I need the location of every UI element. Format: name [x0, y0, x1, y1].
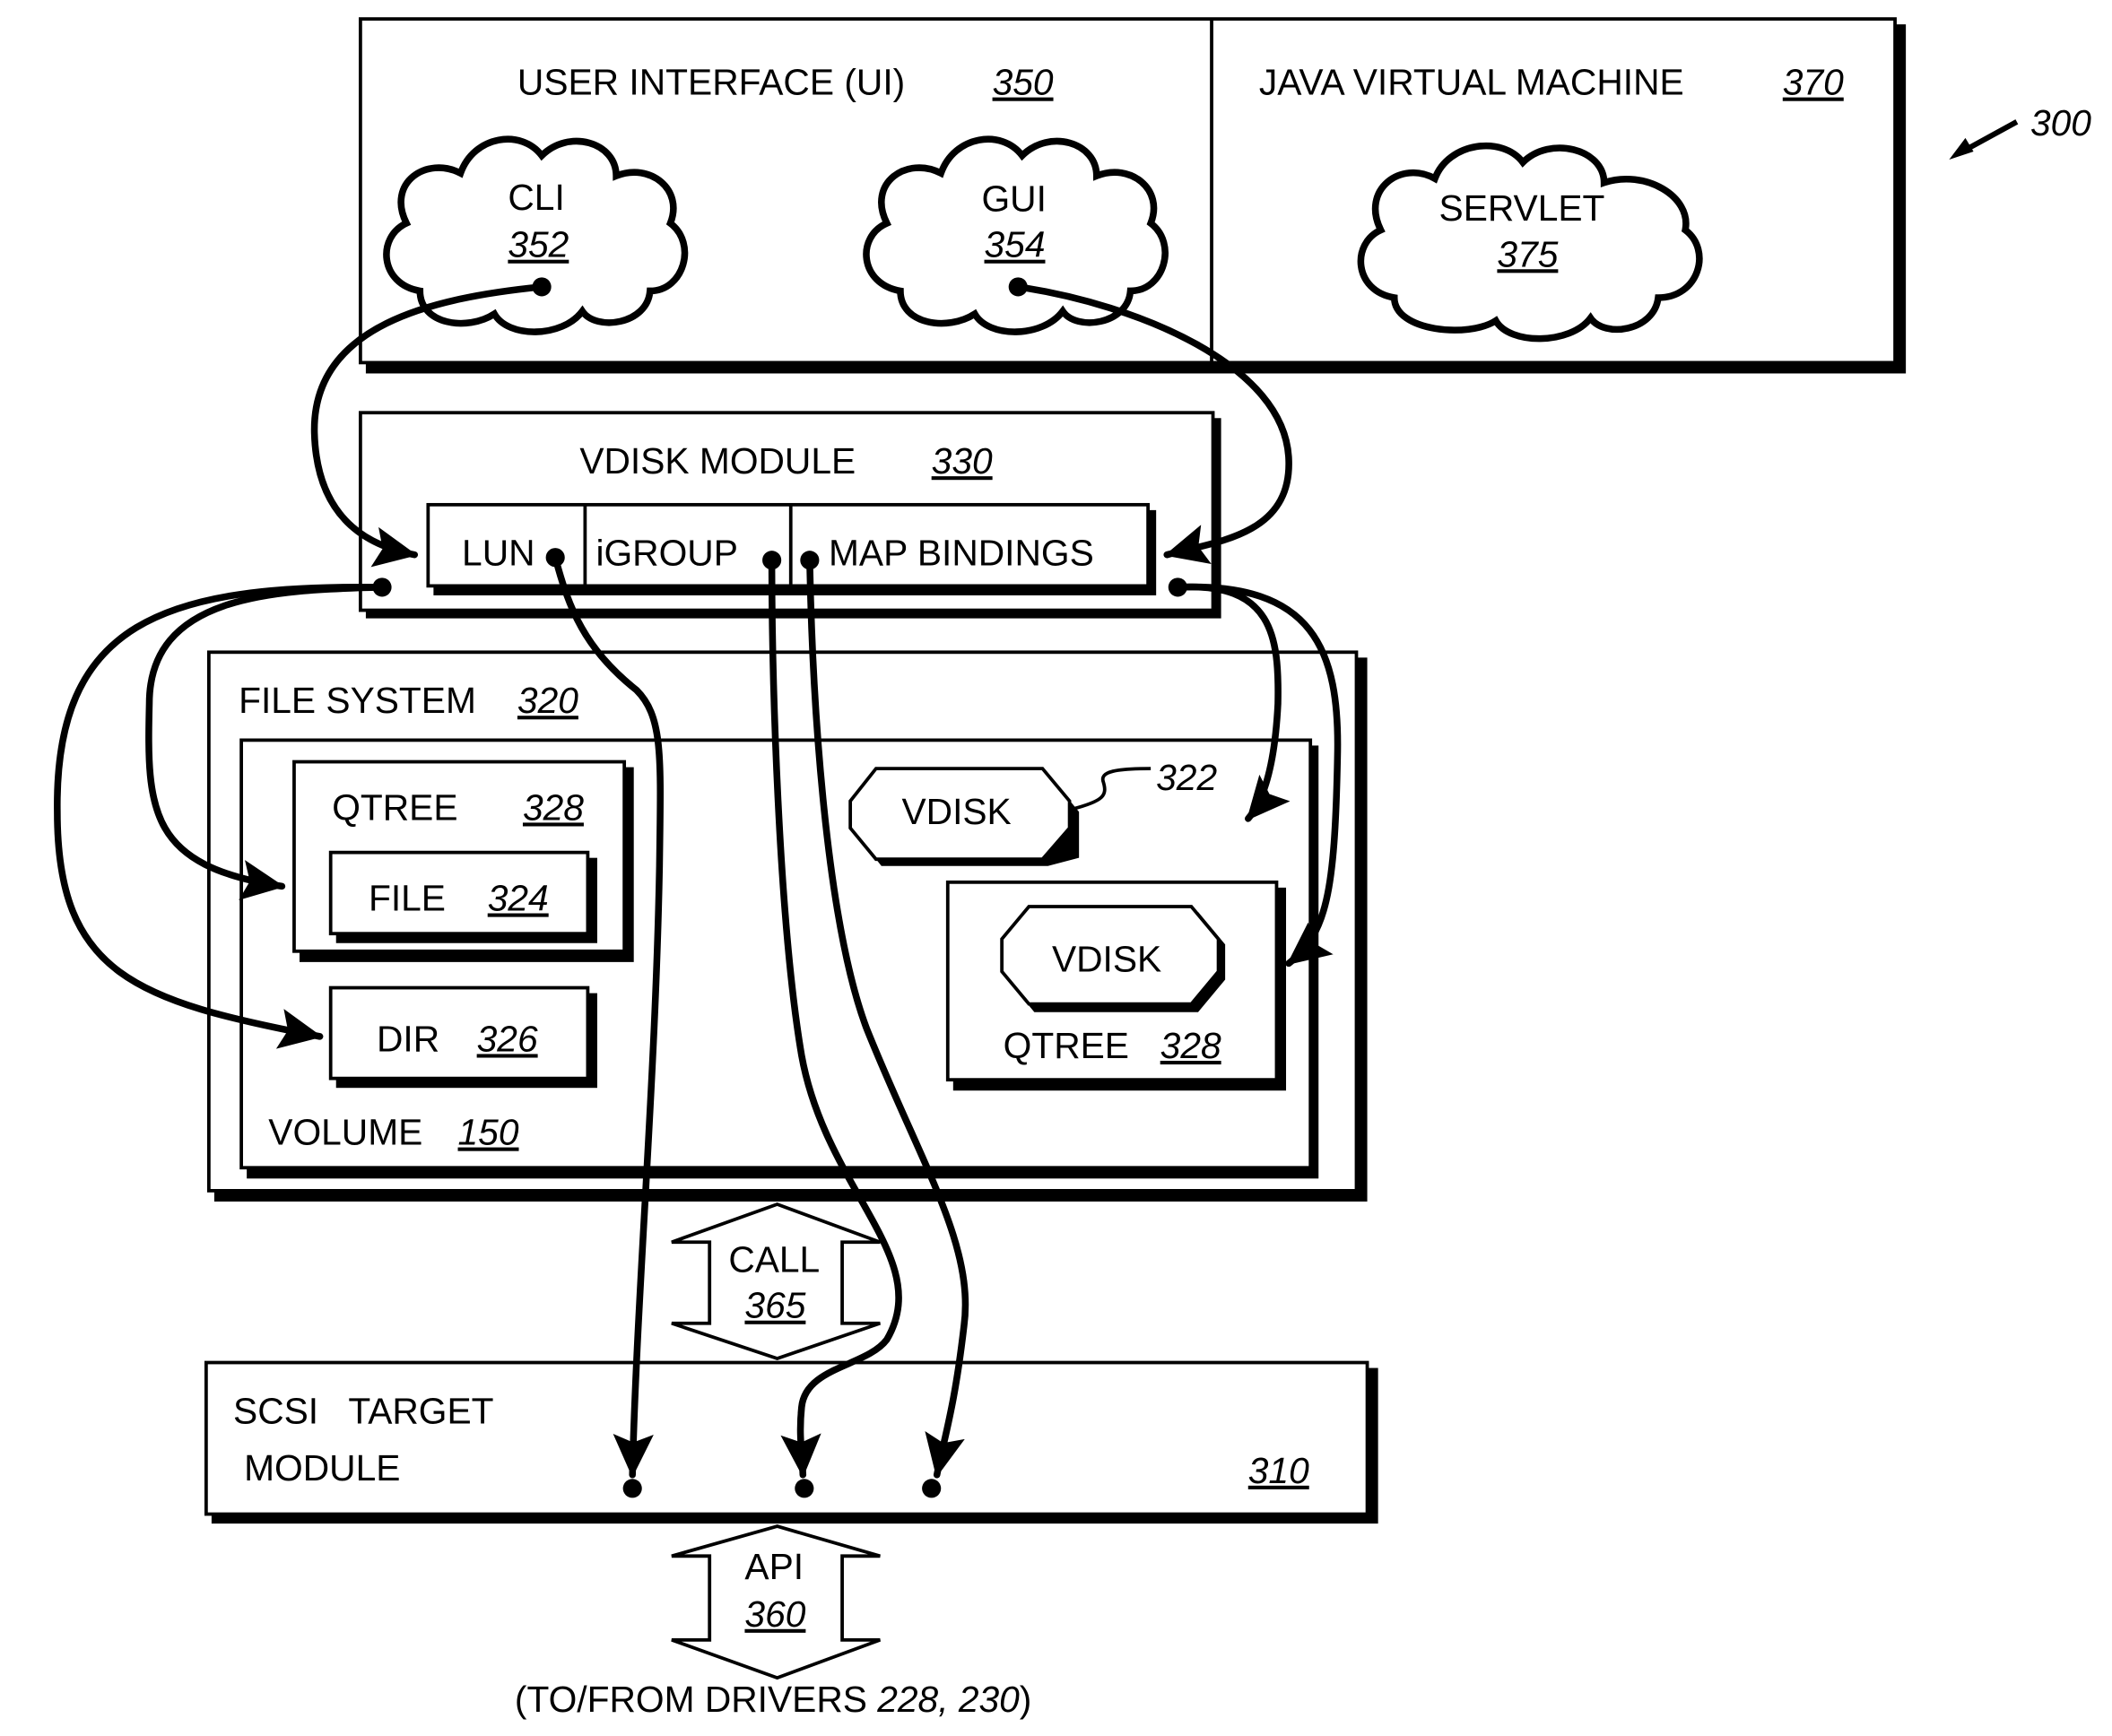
gui-ref: 354: [985, 224, 1046, 265]
volume-ref: 150: [458, 1112, 519, 1153]
gui-label: GUI: [982, 178, 1047, 219]
dir-label: DIR: [377, 1018, 439, 1059]
api-ref: 360: [744, 1593, 805, 1635]
drivers-note-refs: 228, 230: [876, 1679, 1020, 1720]
qtree-left-label: QTREE: [332, 786, 457, 828]
file-ref: 324: [488, 878, 549, 919]
dir-ref: 326: [477, 1018, 538, 1059]
servlet-label: SERVLET: [1439, 187, 1605, 229]
api-label: API: [744, 1546, 804, 1587]
drivers-note-suffix: ): [1020, 1679, 1032, 1720]
drivers-note-prefix: (TO/FROM DRIVERS: [515, 1679, 877, 1720]
scsi-line2: MODULE: [244, 1447, 400, 1489]
scsi-igroup-endpoint: [795, 1479, 814, 1498]
vdisk-module-ref: 330: [932, 440, 993, 482]
figure-reference: 300: [1949, 102, 2091, 161]
qtree-left: QTREE 328 FILE 324: [292, 760, 634, 962]
call-double-arrow: CALL 365: [671, 1202, 881, 1360]
qtree-right: VDISK QTREE 328: [945, 880, 1287, 1091]
scsi-map-endpoint: [922, 1479, 942, 1498]
cli-label: CLI: [508, 177, 564, 218]
drivers-note: (TO/FROM DRIVERS 228, 230): [515, 1679, 1031, 1720]
qtree-right-vdisk-label: VDISK: [1052, 938, 1161, 979]
file-system-ref: 320: [517, 680, 578, 721]
ui-title: USER INTERFACE (UI): [517, 62, 905, 103]
scsi-ref: 310: [1248, 1450, 1309, 1491]
vdisk-module: VDISK MODULE 330 LUN iGROUP MAP BINDINGS: [359, 411, 1221, 619]
vdisk-free-ref: 322: [1156, 757, 1217, 798]
scsi-line1: SCSI TARGET: [233, 1390, 493, 1431]
cli-ref: 352: [508, 224, 569, 265]
jvm-title: JAVA VIRTUAL MACHINE: [1259, 62, 1684, 103]
servlet-ref: 375: [1497, 233, 1558, 274]
storage-architecture-diagram: 300 USER INTERFACE (UI) 350 JAVA VIRTUAL…: [54, 17, 2091, 1720]
api-double-arrow: API 360: [671, 1524, 881, 1680]
call-ref: 365: [744, 1285, 805, 1326]
scsi-target-module: SCSI TARGET MODULE 310: [204, 1360, 1378, 1524]
igroup-cell: iGROUP: [595, 533, 737, 574]
volume-label: VOLUME: [268, 1112, 422, 1153]
figure-number: 300: [2030, 102, 2091, 143]
file-system-title: FILE SYSTEM: [239, 680, 476, 721]
vdisk-module-title: VDISK MODULE: [579, 440, 856, 482]
lun-cell: LUN: [462, 533, 535, 574]
map-bindings-cell: MAP BINDINGS: [829, 533, 1094, 574]
dir: DIR 326: [328, 985, 597, 1089]
file-label: FILE: [369, 878, 446, 919]
call-label: CALL: [728, 1238, 820, 1280]
qtree-right-label: QTREE: [1004, 1025, 1129, 1066]
vdisk-free-label: VDISK: [901, 791, 1011, 832]
qtree-right-ref: 328: [1160, 1025, 1221, 1066]
jvm-ref: 370: [1783, 62, 1844, 103]
qtree-left-ref: 328: [523, 786, 584, 828]
scsi-lun-endpoint: [622, 1479, 642, 1498]
ui-ref: 350: [993, 62, 1054, 103]
